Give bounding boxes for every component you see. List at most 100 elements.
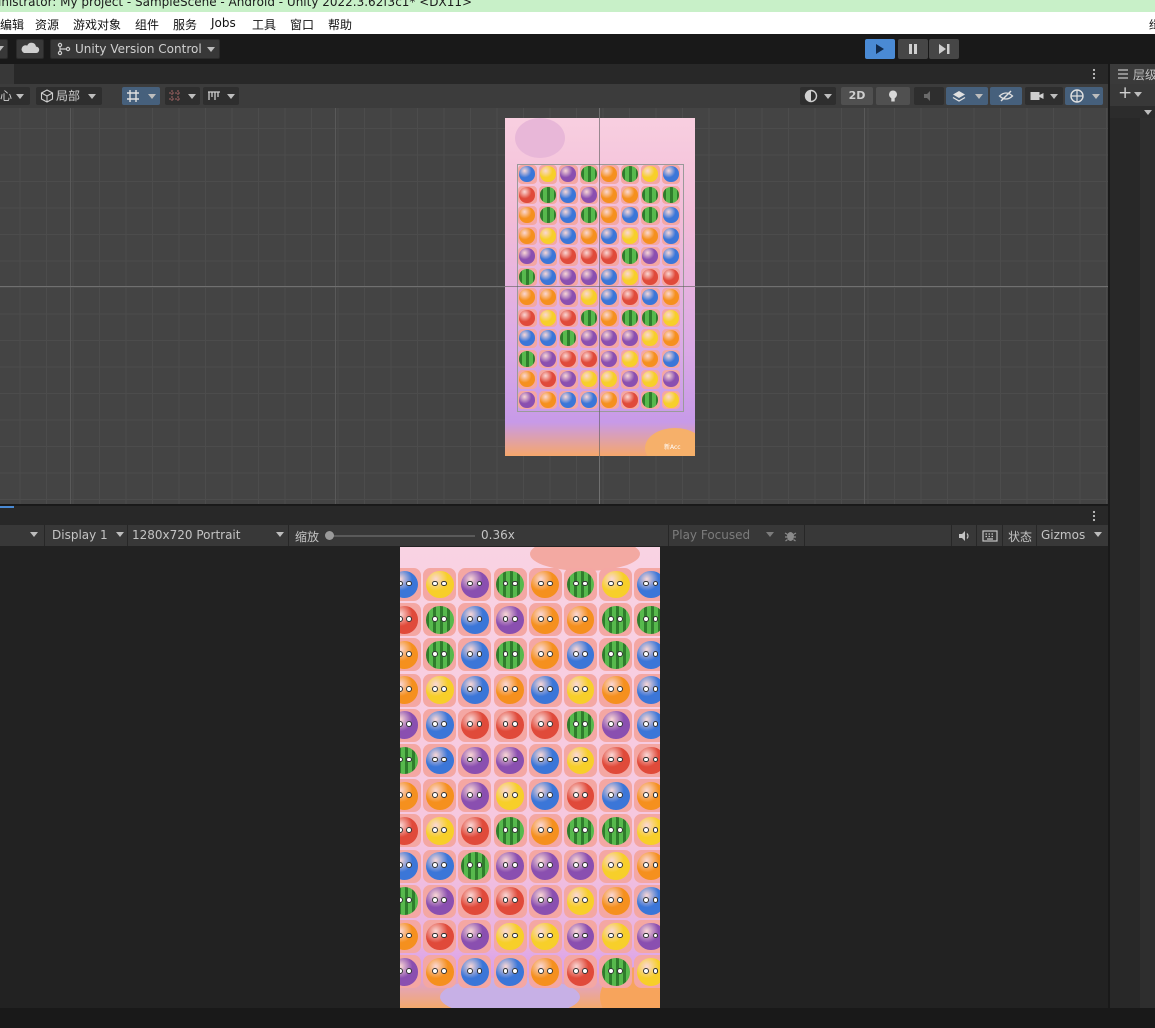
fruit-tile[interactable] [599, 603, 633, 637]
fruit-tile[interactable] [559, 185, 578, 204]
fruit-tile[interactable] [620, 390, 639, 409]
fruit-tile[interactable] [620, 206, 639, 225]
chevron-down-icon[interactable] [30, 532, 38, 537]
fruit-tile[interactable] [458, 884, 492, 918]
play-button[interactable] [865, 39, 895, 59]
fruit-tile[interactable] [518, 349, 537, 368]
fruit-tile[interactable] [599, 673, 633, 707]
fruit-tile[interactable] [579, 370, 598, 389]
fruit-tile[interactable] [661, 267, 680, 286]
fruit-tile[interactable] [559, 165, 578, 184]
fruit-tile[interactable] [518, 185, 537, 204]
fruit-tile[interactable] [641, 267, 660, 286]
fruit-tile[interactable] [528, 708, 562, 742]
pause-button[interactable] [898, 39, 928, 59]
fruit-tile[interactable] [634, 779, 660, 813]
fruit-tile[interactable] [493, 884, 527, 918]
fruit-tile[interactable] [579, 288, 598, 307]
draw-mode-dropdown[interactable] [800, 87, 836, 105]
fruit-tile[interactable] [423, 638, 457, 672]
scene-tab[interactable] [0, 64, 14, 84]
fruit-tile[interactable] [641, 206, 660, 225]
fruit-tile[interactable] [400, 884, 421, 918]
fruit-tile[interactable] [423, 568, 457, 601]
fruit-tile[interactable] [423, 708, 457, 742]
fruit-tile[interactable] [493, 568, 527, 601]
fruit-tile[interactable] [661, 206, 680, 225]
stats-button[interactable]: 状态 [1008, 528, 1032, 545]
fruit-tile[interactable] [538, 185, 557, 204]
fruit-tile[interactable] [518, 247, 537, 266]
chevron-down-icon[interactable] [276, 532, 284, 537]
fruit-tile[interactable] [600, 349, 619, 368]
fruit-tile[interactable] [600, 390, 619, 409]
fruit-tile[interactable] [493, 638, 527, 672]
fruit-tile[interactable] [400, 708, 421, 742]
menu-jobs[interactable]: Jobs [211, 16, 236, 30]
fruit-tile[interactable] [599, 849, 633, 883]
fruit-tile[interactable] [641, 185, 660, 204]
fruit-tile[interactable] [634, 814, 660, 848]
fruit-tile[interactable] [559, 247, 578, 266]
fruit-tile[interactable] [564, 779, 597, 813]
lighting-toggle[interactable] [876, 87, 910, 105]
scale-slider-thumb[interactable] [325, 531, 334, 540]
fruit-tile[interactable] [600, 329, 619, 348]
fruit-tile[interactable] [538, 267, 557, 286]
menu-tools[interactable]: 工具 [252, 16, 276, 33]
fruit-tile[interactable] [528, 673, 562, 707]
fruit-tile[interactable] [518, 308, 537, 327]
fruit-tile[interactable] [423, 744, 457, 777]
step-button[interactable] [929, 39, 959, 59]
fruit-tile[interactable] [400, 779, 421, 813]
display-dropdown[interactable]: Display 1 [52, 528, 108, 542]
fruit-tile[interactable] [641, 288, 660, 307]
fruit-tile[interactable] [599, 920, 633, 953]
fruit-tile[interactable] [620, 247, 639, 266]
fruit-tile[interactable] [564, 708, 597, 742]
fruit-tile[interactable] [564, 849, 597, 883]
fruit-tile[interactable] [458, 603, 492, 637]
fruit-tile[interactable] [620, 267, 639, 286]
fruit-tile[interactable] [634, 603, 660, 637]
fruit-tile[interactable] [493, 603, 527, 637]
fruit-tile[interactable] [493, 920, 527, 953]
hierarchy-scrollbar[interactable] [1140, 118, 1155, 1008]
fruit-tile[interactable] [528, 568, 562, 601]
hierarchy-search[interactable] [1110, 106, 1155, 118]
fruit-tile[interactable] [634, 849, 660, 883]
fruit-tile[interactable] [661, 349, 680, 368]
fruit-tile[interactable] [641, 370, 660, 389]
fruit-tile[interactable] [518, 206, 537, 225]
cloud-button[interactable] [16, 39, 44, 59]
fruit-tile[interactable] [600, 247, 619, 266]
fruit-tile[interactable] [641, 247, 660, 266]
fruit-tile[interactable] [423, 779, 457, 813]
fruit-tile[interactable] [400, 568, 421, 601]
fruit-tile[interactable] [559, 206, 578, 225]
fruit-tile[interactable] [579, 390, 598, 409]
fruit-tile[interactable] [641, 390, 660, 409]
fruit-tile[interactable] [423, 955, 457, 989]
fruit-tile[interactable] [620, 370, 639, 389]
more-options-icon[interactable] [1088, 510, 1100, 522]
menu-services[interactable]: 服务 [173, 16, 197, 33]
gizmos-dropdown[interactable] [1065, 87, 1103, 105]
fruit-tile[interactable] [559, 390, 578, 409]
fruit-tile[interactable] [458, 849, 492, 883]
fruit-tile[interactable] [538, 349, 557, 368]
account-dropdown[interactable] [0, 39, 8, 59]
fruit-tile[interactable] [661, 185, 680, 204]
fruit-tile[interactable] [400, 638, 421, 672]
fruit-tile[interactable] [423, 603, 457, 637]
fruit-tile[interactable] [458, 779, 492, 813]
fruit-tile[interactable] [559, 349, 578, 368]
fruit-tile[interactable] [634, 920, 660, 953]
fruit-tile[interactable] [518, 370, 537, 389]
fruit-tile[interactable] [528, 779, 562, 813]
fruit-tile[interactable] [600, 308, 619, 327]
grid-snap-toggle[interactable] [122, 87, 160, 105]
increment-snap-toggle[interactable] [165, 87, 200, 105]
menu-gameobject[interactable]: 游戏对象 [73, 16, 121, 33]
fruit-tile[interactable] [458, 744, 492, 777]
